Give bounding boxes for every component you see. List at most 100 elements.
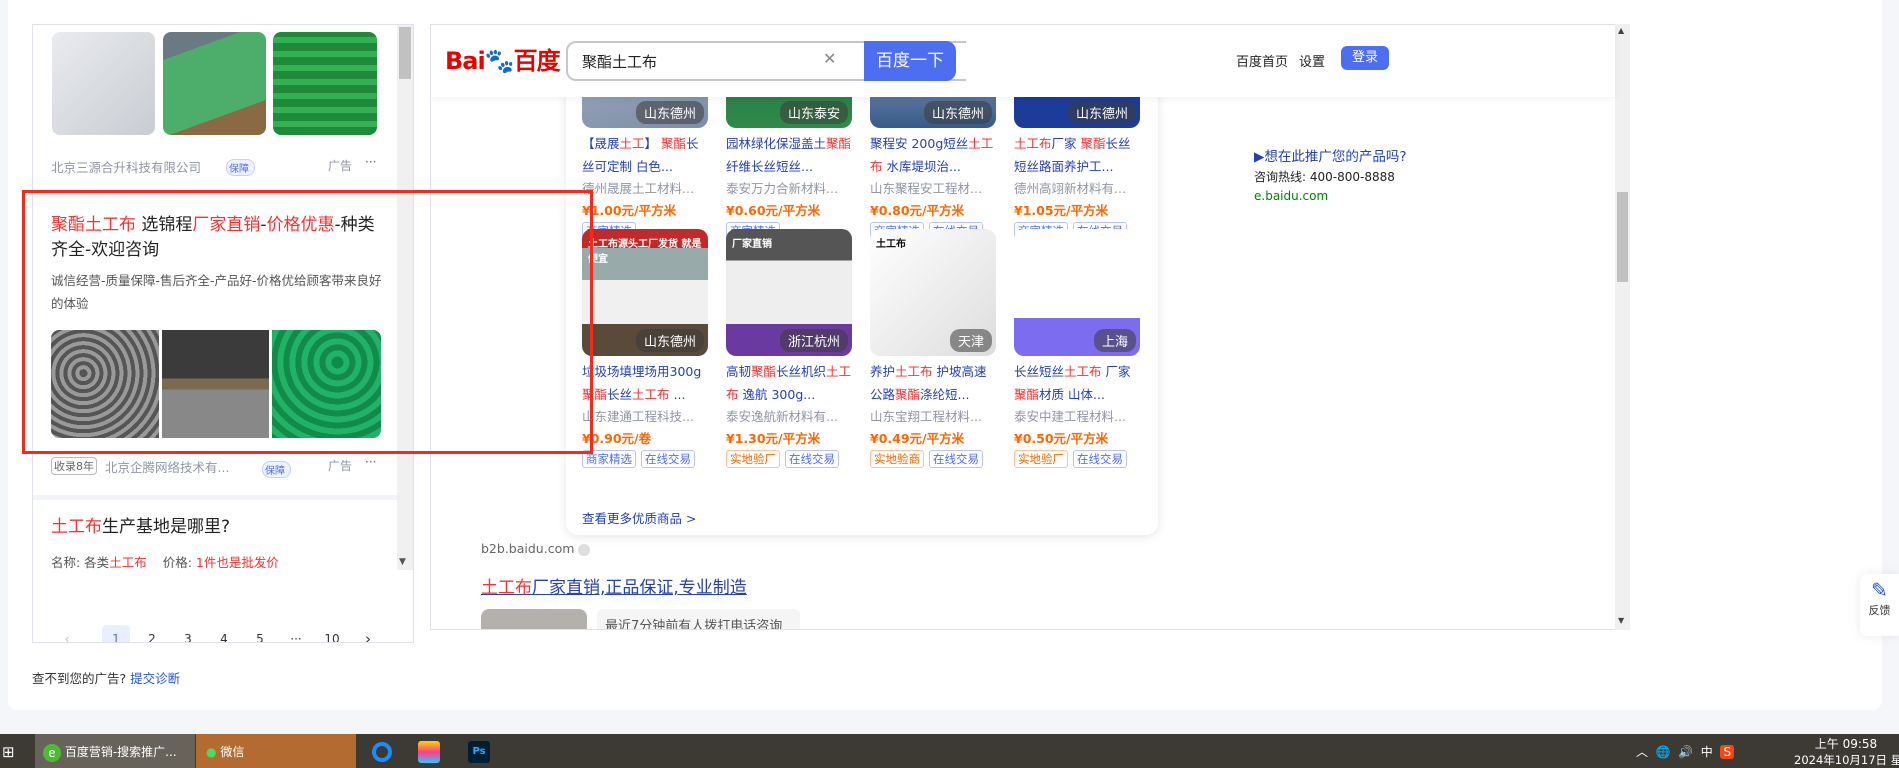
nav-home-link[interactable]: 百度首页 <box>1236 51 1288 70</box>
nav-settings-link[interactable]: 设置 <box>1299 51 1325 70</box>
wechat-icon: ● <box>206 745 217 759</box>
sogou-icon: S <box>1720 745 1735 759</box>
pen-icon: ✎ <box>1871 578 1888 602</box>
product-title[interactable]: 养护土工布 护坡高速公路聚酯涤纶短... <box>870 360 996 406</box>
promote-link[interactable]: ▶想在此推广您的产品吗? <box>1254 145 1407 165</box>
product-title[interactable]: 聚程安 200g短丝土工布 水库堤坝治... <box>870 132 996 178</box>
guarantee-badge: 保障 <box>262 461 291 478</box>
page-2-button[interactable]: 2 <box>138 625 166 642</box>
clock[interactable]: 上午 09:582024年10月17日 星期四 <box>1794 735 1899 768</box>
indexed-years-badge: 收录8年 <box>51 457 97 475</box>
product-tag: 在线交易 <box>929 450 983 468</box>
product-title[interactable]: 【晟展土工】 聚酯长丝可定制 白色... <box>582 132 708 178</box>
search-preview-frame[interactable]: Bai🐾百度 聚酯土工布 ✕ 百度一下 百度首页 设置 登录 山东德州 【晟展土工… <box>430 24 1630 630</box>
product-tag: 实地验商 <box>870 450 924 468</box>
product-price: ¥0.60元/平方米 <box>726 203 821 218</box>
result-title-link[interactable]: 土工布厂家直销,正品保证,专业制造 <box>481 573 747 598</box>
image-caption: 土工布 <box>876 239 906 250</box>
page-10-button[interactable]: 10 <box>318 625 346 642</box>
product-item[interactable]: 垃圾场填埋场用300g聚酯长丝土工布 ... 山东建通工程科技... ¥0.90元/… <box>582 360 708 468</box>
page-1-button[interactable]: 1 <box>102 625 130 642</box>
image-caption: 土工布源头工厂发货 就是便宜 <box>588 239 702 265</box>
guarantee-badge: 保障 <box>226 159 255 176</box>
result-image <box>481 609 587 629</box>
page-3-button[interactable]: 3 <box>174 625 202 642</box>
taskbar-app-wechat[interactable]: ● 微信 <box>196 734 356 768</box>
product-item[interactable]: 养护土工布 护坡高速公路聚酯涤纶短... 山东宝翔工程材料... ¥0.49元/平方… <box>870 360 996 468</box>
product-item[interactable]: 【晟展土工】 聚酯长丝可定制 白色... 德州晟展土工材料... ¥1.00元/平方… <box>582 132 708 240</box>
product-tag: 实地验厂 <box>726 450 780 468</box>
product-title[interactable]: 长丝短丝土工布 厂家聚酯材质 山体... <box>1014 360 1140 406</box>
ime-indicator: 中 <box>1700 745 1713 759</box>
advertiser-name: 北京企腾网络技术有... <box>105 460 230 475</box>
ebaidu-link[interactable]: e.baidu.com <box>1254 189 1328 203</box>
product-company: 德州晟展土工材料... <box>582 181 694 196</box>
product-image[interactable]: 土工布源头工厂发货 就是便宜山东德州 <box>582 229 708 356</box>
login-button[interactable]: 登录 <box>1341 46 1389 70</box>
divider <box>33 495 397 500</box>
product-image[interactable]: 全程服务 多种配比 上海 <box>1014 229 1140 356</box>
location-badge: 山东德州 <box>1067 101 1136 124</box>
search-button[interactable]: 百度一下 <box>864 41 956 81</box>
next-page-button[interactable]: › <box>354 625 382 642</box>
scroll-down-icon[interactable]: ▼ <box>399 557 406 567</box>
product-image[interactable]: 厂家直销 浙江杭州 <box>726 229 852 356</box>
product-card: 山东德州 【晟展土工】 聚酯长丝可定制 白色... 德州晟展土工材料... ¥1.00… <box>566 25 1158 535</box>
product-price: ¥0.90元/卷 <box>582 431 652 446</box>
frame-scrollbar[interactable]: ▲ ▼ <box>1615 24 1630 630</box>
product-item[interactable]: 长丝短丝土工布 厂家聚酯材质 山体... 泰安中建工程材料... ¥0.50元/平方… <box>1014 360 1140 468</box>
more-products-link[interactable]: 查看更多优质商品 > <box>582 508 696 527</box>
location-badge: 山东德州 <box>635 329 704 352</box>
location-badge: 山东泰安 <box>779 101 848 124</box>
product-company: 泰安万力合新材料... <box>726 181 838 196</box>
more-options-icon[interactable]: ··· <box>365 155 376 169</box>
product-item[interactable]: 园林绿化保湿盖土聚酯纤维长丝短丝... 泰安万力合新材料... ¥0.60元/平方米… <box>726 132 852 240</box>
ad-label: 广告 <box>328 459 353 473</box>
ad-image <box>163 32 266 135</box>
product-item[interactable]: 高韧聚酯长丝机织土工布 逸航 300g... 泰安逸航新材料有... ¥1.30元/… <box>726 360 852 468</box>
ad-image <box>273 32 377 135</box>
image-caption: 厂家直销 <box>732 239 772 250</box>
scroll-up-icon[interactable]: ▲ <box>1618 26 1624 35</box>
product-item[interactable]: 土工布厂家 聚酯长丝短丝路面养护工... 德州高翊新材料有... ¥1.05元/平方… <box>1014 132 1140 240</box>
clear-icon[interactable]: ✕ <box>823 49 836 68</box>
ad-title[interactable]: 土工布生产基地是哪里? <box>51 515 230 540</box>
product-tag: 在线交易 <box>1073 450 1127 468</box>
product-title[interactable]: 园林绿化保湿盖土聚酯纤维长丝短丝... <box>726 132 852 178</box>
product-price: ¥0.80元/平方米 <box>870 203 965 218</box>
browser-q-icon[interactable] <box>372 742 392 762</box>
product-title[interactable]: 高韧聚酯长丝机织土工布 逸航 300g... <box>726 360 852 406</box>
page-4-button[interactable]: 4 <box>210 625 238 642</box>
more-options-icon[interactable]: ··· <box>365 455 376 469</box>
product-tag: 在线交易 <box>641 450 695 468</box>
hotline-text: 咨询热线: 400-800-8888 <box>1254 170 1395 184</box>
product-title[interactable]: 土工布厂家 聚酯长丝短丝路面养护工... <box>1014 132 1140 178</box>
scroll-down-icon[interactable]: ▼ <box>1618 616 1624 625</box>
product-image[interactable]: 土工布天津 <box>870 229 996 356</box>
windows-start-icon[interactable]: ⊞ <box>2 743 15 761</box>
scrollbar-thumb[interactable] <box>399 27 411 79</box>
product-tag: 在线交易 <box>785 450 839 468</box>
submit-diagnosis-link[interactable]: 提交诊断 <box>130 671 180 686</box>
product-company: 泰安逸航新材料有... <box>726 409 838 424</box>
prev-page-button[interactable]: ‹ <box>53 625 81 642</box>
baidu-logo[interactable]: Bai🐾百度 <box>445 41 561 76</box>
product-company: 德州高翊新材料有... <box>1014 181 1126 196</box>
taskbar-app-browser[interactable]: e 百度营销-搜索推广... <box>35 734 195 768</box>
product-price: ¥0.50元/平方米 <box>1014 431 1109 446</box>
product-title[interactable]: 垃圾场填埋场用300g聚酯长丝土工布 ... <box>582 360 708 406</box>
result-snippet: 最近7分钟前有人拨打电话咨询问题 <box>597 609 800 629</box>
tray-icons[interactable]: ︿ 🌐 🔊 中 S <box>1636 743 1735 760</box>
feedback-button[interactable]: ✎ 反馈 <box>1860 574 1899 636</box>
product-item[interactable]: 聚程安 200g短丝土工布 水库堤坝治... 山东聚程安工程材... ¥0.80元/… <box>870 132 996 240</box>
photoshop-icon[interactable]: Ps <box>468 741 490 763</box>
advertiser-name: 北京三源合升科技有限公司 <box>51 160 202 175</box>
page-5-button[interactable]: 5 <box>246 625 274 642</box>
ad-image <box>52 32 155 135</box>
image-viewer-icon[interactable] <box>418 741 440 763</box>
location-badge: 天津 <box>949 329 992 352</box>
location-badge: 上海 <box>1093 329 1136 352</box>
taskbar: ⊞ e 百度营销-搜索推广... ● 微信 Ps ︿ 🌐 🔊 中 S 上午 09… <box>0 734 1899 768</box>
product-price: ¥1.05元/平方米 <box>1014 203 1109 218</box>
scrollbar-thumb[interactable] <box>1617 192 1628 282</box>
